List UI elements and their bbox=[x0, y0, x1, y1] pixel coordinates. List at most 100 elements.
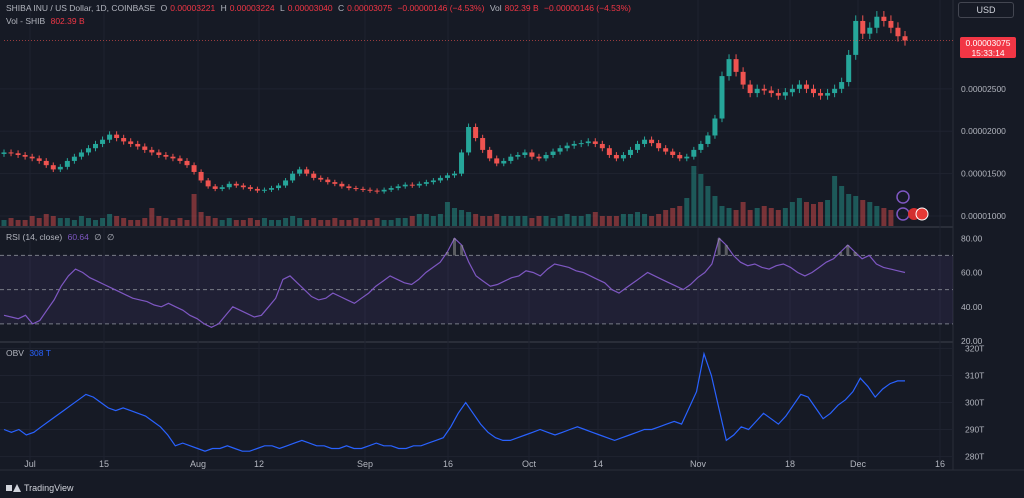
rsi-legend-extra-2: ∅ bbox=[107, 232, 115, 242]
candle-body bbox=[522, 152, 528, 155]
countdown-timer: 15:33:14 bbox=[971, 48, 1005, 58]
volume-bar bbox=[416, 214, 422, 226]
volume-bar bbox=[564, 214, 570, 226]
volume-bar bbox=[550, 218, 556, 226]
candle-body bbox=[360, 188, 366, 190]
volume-bar bbox=[339, 220, 345, 226]
volume-bar bbox=[860, 200, 866, 226]
volume-bar bbox=[318, 220, 324, 226]
volume-bar bbox=[740, 202, 746, 226]
volume-bar bbox=[114, 216, 120, 226]
volume-bar bbox=[796, 198, 802, 226]
candle-body bbox=[867, 27, 873, 34]
volume-bar bbox=[803, 202, 809, 226]
candle-body bbox=[627, 149, 633, 155]
rsi-tick-label: 40.00 bbox=[961, 302, 983, 312]
candle-body bbox=[353, 188, 359, 190]
volume-bar bbox=[402, 218, 408, 226]
candle-body bbox=[543, 154, 549, 159]
candle-body bbox=[473, 126, 479, 139]
volume-bar bbox=[656, 214, 662, 226]
candle-body bbox=[219, 187, 225, 189]
volume-bar bbox=[627, 214, 633, 226]
candle-body bbox=[142, 146, 148, 150]
volume-bar bbox=[768, 208, 774, 226]
chart-canvas[interactable]: Jul 15 Aug 12 Sep 16 Oct 14 Nov 18 Dec 16 0.00001000… bbox=[0, 0, 1024, 498]
volume-bar bbox=[501, 216, 507, 226]
candle-body bbox=[8, 152, 14, 154]
obv-legend-label[interactable]: OBV bbox=[6, 348, 24, 358]
rsi-legend-label[interactable]: RSI (14, close) bbox=[6, 232, 62, 242]
candle-body bbox=[796, 84, 802, 89]
volume-bar bbox=[121, 218, 127, 226]
rsi-legend-extra-1: ∅ bbox=[94, 232, 102, 242]
volume-bar bbox=[571, 216, 577, 226]
x-tick-label: 18 bbox=[785, 459, 795, 469]
volume-bar bbox=[388, 220, 394, 226]
candle-body bbox=[592, 141, 598, 144]
candle-body bbox=[93, 143, 99, 149]
candle-body bbox=[205, 180, 211, 187]
candle-body bbox=[733, 59, 739, 72]
volume-bar bbox=[867, 202, 873, 226]
volume-bar bbox=[36, 218, 42, 226]
volume-bar bbox=[473, 214, 479, 226]
candle-body bbox=[170, 156, 176, 159]
volume-bar bbox=[149, 208, 155, 226]
volume-legend-label[interactable]: Vol - SHIB bbox=[6, 16, 45, 26]
candle-body bbox=[268, 188, 274, 190]
candle-body bbox=[635, 143, 641, 150]
candle-body bbox=[895, 27, 901, 37]
volume-bar bbox=[367, 220, 373, 226]
rsi-tick-label: 60.00 bbox=[961, 268, 983, 278]
volume-legend-value: 802.39 B bbox=[50, 16, 85, 26]
candle-body bbox=[339, 183, 345, 187]
candle-body bbox=[325, 179, 331, 183]
candle-body bbox=[529, 152, 535, 157]
tradingview-logo[interactable]: TradingView bbox=[6, 483, 74, 493]
volume-bar bbox=[480, 216, 486, 226]
volume-bar bbox=[142, 218, 148, 226]
candle-body bbox=[85, 148, 91, 153]
symbol-legend: SHIBA INU / US Dollar, 1D, COINBASE O 0.0… bbox=[6, 3, 632, 13]
currency-button[interactable]: USD bbox=[958, 2, 1014, 18]
candle-body bbox=[585, 141, 591, 144]
volume-bar bbox=[670, 208, 676, 226]
candle-body bbox=[71, 156, 77, 161]
candle-body bbox=[177, 158, 183, 161]
volume-bar bbox=[487, 216, 493, 226]
volume-bar bbox=[754, 208, 760, 226]
tradingview-brand: TradingView bbox=[24, 483, 74, 493]
candle-body bbox=[613, 154, 619, 159]
candle-body bbox=[395, 186, 401, 189]
candle-body bbox=[853, 20, 859, 55]
candle-body bbox=[536, 156, 542, 159]
candle-body bbox=[839, 82, 845, 89]
x-tick-label: 14 bbox=[593, 459, 603, 469]
price-tick-label: 0.00001500 bbox=[961, 169, 1006, 179]
volume-bar bbox=[276, 220, 282, 226]
volume-bar bbox=[846, 194, 852, 226]
obv-legend-value: 308 T bbox=[29, 348, 51, 358]
x-tick-label: Dec bbox=[850, 459, 867, 469]
symbol-title[interactable]: SHIBA INU / US Dollar, 1D, COINBASE bbox=[6, 3, 155, 13]
candle-body bbox=[649, 139, 655, 144]
volume-bar bbox=[789, 202, 795, 226]
volume-bar bbox=[304, 220, 310, 226]
volume-bar bbox=[515, 216, 521, 226]
volume-bar bbox=[592, 212, 598, 226]
volume-bar bbox=[585, 214, 591, 226]
volume-bar bbox=[832, 176, 838, 226]
x-tick-label: Jul bbox=[24, 459, 36, 469]
candle-body bbox=[367, 189, 373, 191]
volume-bar bbox=[839, 186, 845, 226]
candle-body bbox=[557, 148, 563, 152]
rsi-legend-value: 60.64 bbox=[67, 232, 89, 242]
candle-body bbox=[740, 71, 746, 85]
high-value: 0.00003224 bbox=[229, 3, 275, 13]
candle-body bbox=[374, 190, 380, 192]
volume-bar bbox=[747, 210, 753, 226]
volume-bar bbox=[825, 200, 831, 226]
volume-bar bbox=[782, 208, 788, 226]
candle-body bbox=[36, 158, 42, 161]
